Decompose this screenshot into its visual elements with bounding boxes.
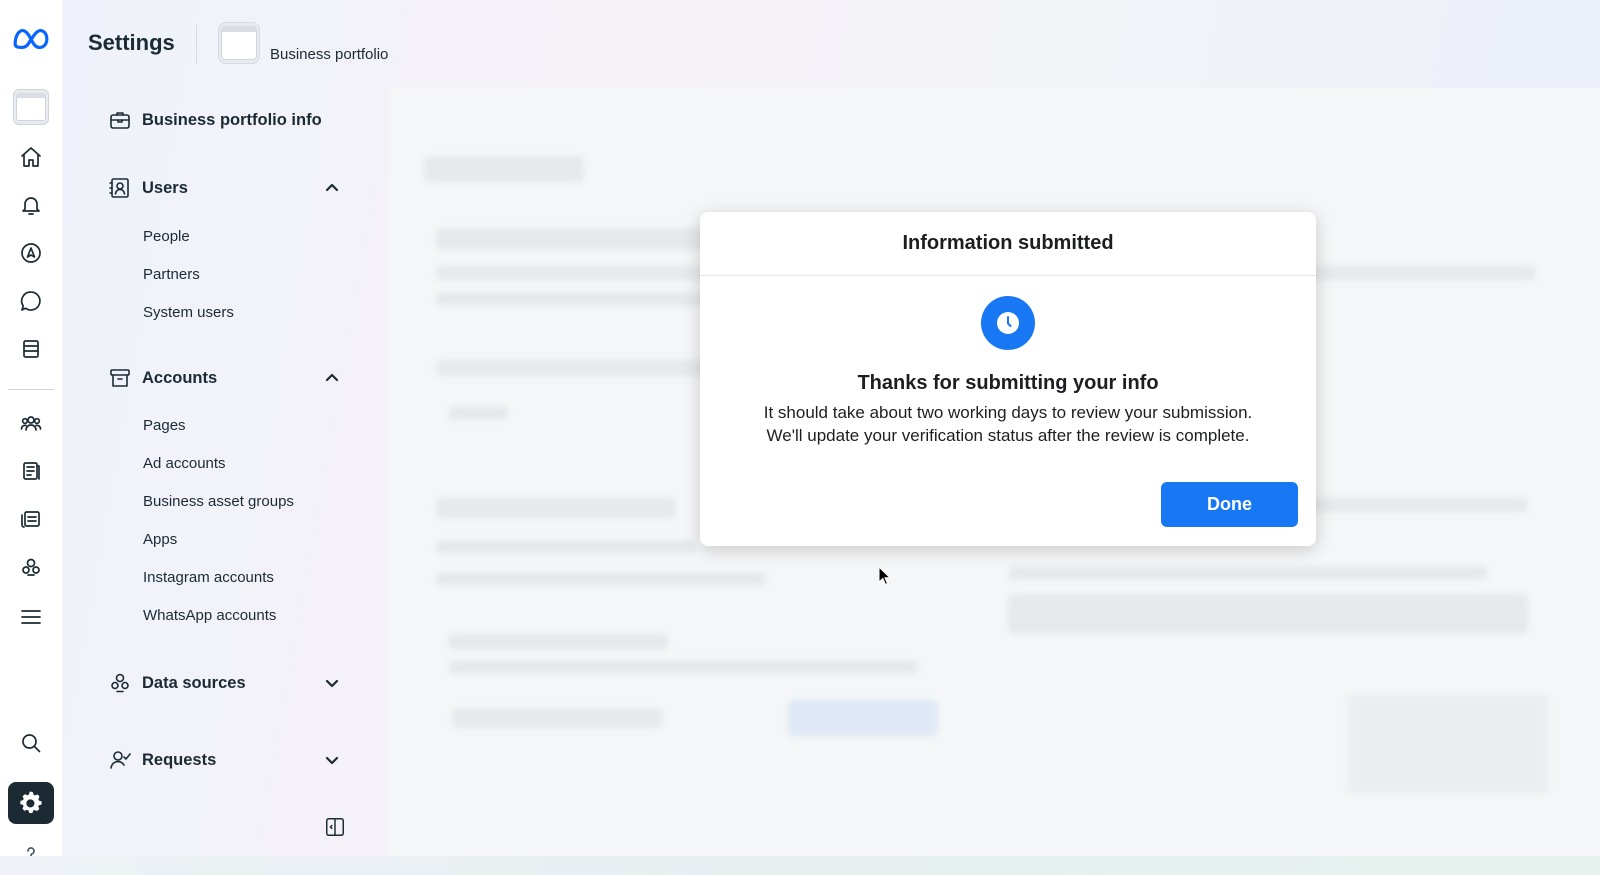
rail-divider — [8, 389, 54, 390]
blurred-box — [1008, 594, 1528, 634]
dialog-body: It should take about two working days to… — [716, 401, 1300, 447]
nav-accounts-label: Accounts — [142, 368, 218, 387]
blurred-text — [436, 540, 696, 554]
briefcase-icon — [108, 108, 132, 132]
messages-icon[interactable] — [8, 280, 54, 322]
nav-data-sources-section[interactable]: Data sources — [108, 668, 340, 698]
blurred-box — [1348, 694, 1548, 794]
requests-icon — [108, 748, 132, 772]
navigation-icon[interactable] — [8, 232, 54, 274]
nav-item-partners[interactable]: Partners — [143, 266, 200, 283]
settings-icon[interactable] — [8, 782, 54, 824]
header-divider — [196, 24, 197, 64]
blurred-text — [436, 572, 766, 586]
nav-item-business-asset-groups[interactable]: Business asset groups — [143, 493, 294, 510]
nav-item-whatsapp-accounts[interactable]: WhatsApp accounts — [143, 607, 276, 624]
menu-icon[interactable] — [8, 596, 54, 638]
notifications-icon[interactable] — [8, 184, 54, 226]
blurred-text — [448, 406, 508, 420]
chevron-up-icon[interactable] — [324, 180, 340, 196]
information-submitted-dialog: Information submitted Thanks for submitt… — [700, 212, 1316, 546]
nav-item-people[interactable]: People — [143, 228, 190, 245]
blurred-heading — [424, 156, 584, 182]
blurred-text — [436, 498, 676, 518]
blurred-text — [448, 660, 918, 674]
blurred-text — [448, 634, 668, 650]
app-rail — [0, 0, 62, 875]
nav-users-section[interactable]: Users — [108, 173, 340, 203]
audience-icon[interactable] — [8, 402, 54, 444]
nav-item-apps[interactable]: Apps — [143, 531, 177, 548]
users-icon — [108, 176, 132, 200]
nav-item-system-users[interactable]: System users — [143, 304, 234, 321]
portfolio-icon[interactable] — [8, 86, 54, 128]
blurred-text — [436, 228, 726, 250]
collapse-sidebar-icon[interactable] — [324, 816, 348, 840]
dialog-heading: Thanks for submitting your info — [857, 372, 1159, 394]
portfolio-selector-label[interactable]: Business portfolio — [270, 46, 388, 63]
clock-icon — [981, 296, 1035, 350]
search-icon[interactable] — [8, 722, 54, 764]
dialog-body-line: We'll update your verification status af… — [766, 426, 1250, 445]
meta-logo-icon[interactable] — [8, 18, 54, 60]
chevron-down-icon[interactable] — [324, 675, 340, 691]
done-button[interactable]: Done — [1161, 482, 1298, 527]
home-icon[interactable] — [8, 136, 54, 178]
dialog-body-line: It should take about two working days to… — [763, 403, 1253, 422]
blurred-text — [1008, 566, 1488, 580]
pages-icon[interactable] — [8, 450, 54, 492]
mouse-cursor-icon — [878, 566, 892, 586]
data-sources-icon — [108, 671, 132, 695]
nav-item-ad-accounts[interactable]: Ad accounts — [143, 455, 226, 472]
chevron-up-icon[interactable] — [324, 370, 340, 386]
nav-data-sources-label: Data sources — [142, 673, 246, 692]
content-icon[interactable] — [8, 328, 54, 370]
nav-requests-label: Requests — [142, 750, 217, 769]
nav-business-portfolio-info-label: Business portfolio info — [142, 110, 322, 129]
nav-accounts-section[interactable]: Accounts — [108, 363, 340, 393]
ads-icon[interactable] — [8, 498, 54, 540]
nav-item-instagram-accounts[interactable]: Instagram accounts — [143, 569, 274, 586]
nav-item-pages[interactable]: Pages — [143, 417, 186, 434]
nav-users-label: Users — [142, 178, 188, 197]
archive-icon — [108, 366, 132, 390]
bottom-strip — [0, 856, 1600, 875]
page-title: Settings — [88, 30, 175, 55]
chevron-down-icon[interactable] — [324, 752, 340, 768]
blurred-text — [452, 708, 662, 728]
dialog-title: Information submitted — [700, 212, 1316, 276]
data-icon[interactable] — [8, 546, 54, 588]
nav-business-portfolio-info[interactable]: Business portfolio info — [108, 105, 340, 135]
blurred-button — [788, 700, 938, 736]
nav-requests-section[interactable]: Requests — [108, 745, 340, 775]
portfolio-avatar[interactable] — [218, 22, 260, 64]
